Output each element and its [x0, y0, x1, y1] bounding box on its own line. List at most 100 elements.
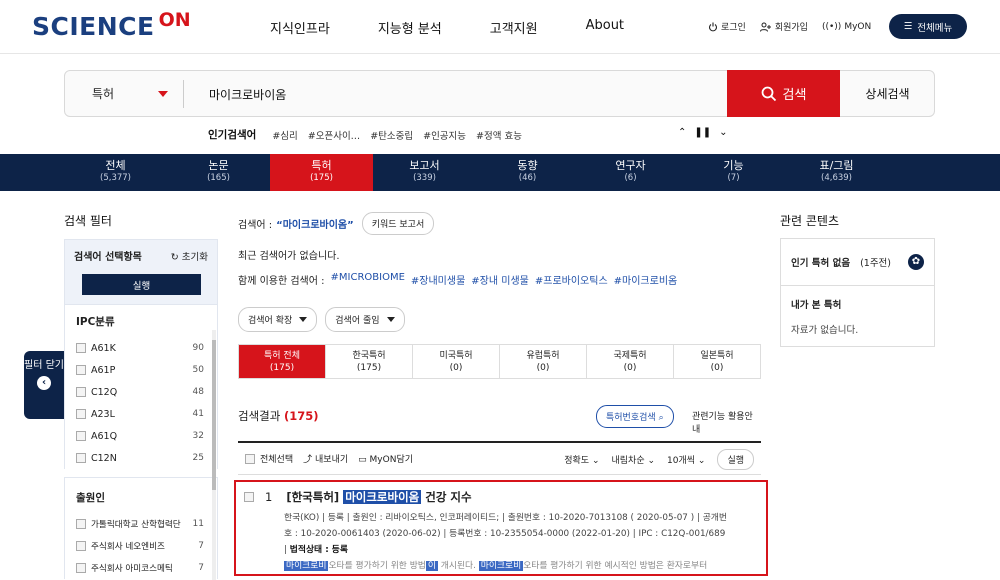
nav-support[interactable]: 고객지원 — [490, 18, 538, 37]
subtab-all[interactable]: 특허 전체 (175) — [239, 345, 326, 378]
signup-link[interactable]: 회원가입 — [759, 20, 808, 33]
checkbox[interactable] — [76, 453, 86, 463]
subtab-count: (175) — [356, 363, 382, 373]
subtab-europe[interactable]: 유럽특허 (0) — [500, 345, 587, 378]
patent-number-search-button[interactable]: 특허번호검색 ⌕ — [596, 405, 674, 428]
related-keywords: 함께 이용한 검색어 : #MICROBIOME #장내미생물 #장내 미생물 … — [238, 272, 762, 287]
category-tabs: 전체 (5,377) 논문 (165) 특허 (175) 보고서 (339) 동향 (46… — [0, 154, 1000, 191]
subtab-korea[interactable]: 한국특허 (175) — [326, 345, 413, 378]
myon-save-button[interactable]: ▭ MyON담기 — [358, 452, 413, 465]
filter-row[interactable]: 주식회사 아미코스메틱 7 — [76, 557, 208, 579]
popular-keyword[interactable]: #인공지능 — [423, 128, 466, 142]
order-select[interactable]: 내림차순 ⌄ — [611, 453, 655, 466]
tab-trends[interactable]: 동향 (46) — [476, 154, 579, 191]
gear-icon[interactable]: ✿ — [908, 254, 924, 270]
sort-run-button[interactable]: 실행 — [717, 449, 754, 470]
results-header: 검색결과 (175) 특허번호검색 ⌕ 관련기능 활용안내 — [238, 405, 761, 435]
subtab-international[interactable]: 국제특허 (0) — [587, 345, 674, 378]
filter-row[interactable]: 주식회사 네오엔비즈 7 — [76, 535, 208, 557]
tab-features[interactable]: 기능 (7) — [682, 154, 785, 191]
nav-intelligent-analysis[interactable]: 지능형 분석 — [378, 18, 442, 37]
keyword-report-button[interactable]: 키워드 보고서 — [361, 212, 435, 235]
filter-close-button[interactable]: 필터 닫기 ‹ — [24, 351, 64, 419]
per-page-select[interactable]: 10개씩 ⌄ — [667, 453, 705, 466]
myon-link[interactable]: ((•)) MyON — [822, 22, 871, 32]
related-content: 관련 콘텐츠 인기 특허 없음 (1주전) ✿ 내가 본 특허 자료가 없습니다… — [780, 212, 935, 347]
tab-reports[interactable]: 보고서 (339) — [373, 154, 476, 191]
checkbox[interactable] — [76, 519, 86, 529]
filter-row[interactable]: A61P 50 — [76, 359, 208, 381]
filter-count: 48 — [192, 387, 204, 397]
filter-label: A23L — [91, 408, 115, 420]
filter-label: A61K — [91, 342, 116, 354]
pause-icon[interactable]: ❚❚ — [694, 127, 711, 138]
subtab-japan[interactable]: 일본특허 (0) — [674, 345, 760, 378]
all-menu-button[interactable]: ☰ 전체메뉴 — [889, 14, 967, 39]
related-keyword[interactable]: #장내미생물 — [411, 272, 465, 287]
popular-keyword[interactable]: #탄소중립 — [370, 128, 413, 142]
empty-message: 자료가 없습니다. — [791, 325, 859, 336]
related-keyword[interactable]: #MICROBIOME — [331, 272, 405, 287]
filter-row[interactable]: C12Q 48 — [76, 381, 208, 403]
related-keyword[interactable]: #장내 미생물 — [471, 272, 529, 287]
tab-all[interactable]: 전체 (5,377) — [64, 154, 167, 191]
reset-label: 초기화 — [181, 252, 208, 263]
popular-keyword[interactable]: #오픈사이… — [308, 128, 360, 142]
nav-knowledge-infra[interactable]: 지식인프라 — [270, 18, 330, 37]
result-item: 1 [한국특허] 마이크로바이옴 건강 지수 한국(KO) | 등록 | 출원인… — [234, 480, 768, 576]
meta-line: 한국(KO) | 등록 | 출원인 : 리바이오틱스, 인코퍼레이티드; | 출… — [284, 513, 727, 523]
checkbox[interactable] — [76, 365, 86, 375]
filter-count: 7 — [198, 541, 204, 551]
filter-row[interactable]: A61Q 32 — [76, 425, 208, 447]
narrow-dropdown[interactable]: 검색어 줄임 — [325, 307, 405, 332]
advanced-search-button[interactable]: 상세검색 — [840, 71, 935, 116]
tab-papers[interactable]: 논문 (165) — [167, 154, 270, 191]
checkbox[interactable] — [76, 541, 86, 551]
search-scope-select[interactable]: 특허 — [65, 71, 183, 116]
week-label: (1주전) — [860, 258, 891, 269]
related-keyword[interactable]: #마이크로비옴 — [614, 272, 678, 287]
tab-figures[interactable]: 표/그림 (4,639) — [785, 154, 888, 191]
scrollbar-thumb[interactable] — [212, 340, 216, 490]
tab-researchers[interactable]: 연구자 (6) — [579, 154, 682, 191]
highlight: 마이크로바이옴 — [343, 490, 422, 504]
filter-run-button[interactable]: 실행 — [82, 274, 201, 295]
filter-row[interactable]: 가톨릭대학교 산학협력단 11 — [76, 513, 208, 535]
checkbox[interactable] — [76, 343, 86, 353]
search-input[interactable]: 마이크로바이옴 — [209, 86, 286, 103]
filter-row[interactable]: A23L 41 — [76, 403, 208, 425]
chevron-left-icon: ‹ — [37, 376, 51, 390]
tab-count: (339) — [413, 173, 436, 183]
select-all[interactable]: 전체선택 — [245, 452, 293, 465]
filter-row[interactable]: C12N 25 — [76, 447, 208, 469]
filter-row[interactable]: A61K 90 — [76, 337, 208, 359]
export-button[interactable]: ⤴ 내보내기 — [303, 452, 348, 465]
legal-status: | 법적상태 : 등록 — [284, 545, 348, 555]
popular-keyword[interactable]: #심리 — [272, 128, 297, 142]
checkbox[interactable] — [76, 409, 86, 419]
expand-dropdown[interactable]: 검색어 확장 — [238, 307, 318, 332]
subtab-us[interactable]: 미국특허 (0) — [413, 345, 500, 378]
chevron-up-icon[interactable]: ⌃ — [678, 127, 686, 138]
tab-label: 동향 — [517, 159, 538, 172]
scienceon-logo[interactable]: SCIENCE ON — [32, 9, 191, 41]
checkbox[interactable] — [244, 492, 254, 502]
related-title: 관련 콘텐츠 — [780, 214, 840, 228]
chevron-down-icon[interactable]: ⌄ — [719, 127, 727, 138]
popular-keyword[interactable]: #정액 효능 — [476, 128, 522, 142]
checkbox[interactable] — [76, 387, 86, 397]
feature-guide-link[interactable]: 관련기능 활용안내 — [692, 409, 761, 435]
search-button[interactable]: 검색 — [727, 70, 840, 117]
checkbox[interactable] — [76, 431, 86, 441]
result-title[interactable]: [한국특허] 마이크로바이옴 건강 지수 — [286, 489, 472, 505]
filter-scrollbar[interactable] — [212, 330, 216, 580]
sort-select[interactable]: 정확도 ⌄ — [564, 453, 599, 466]
checkbox[interactable] — [76, 563, 86, 573]
tab-label: 특허 — [311, 159, 332, 172]
tab-patents[interactable]: 특허 (175) — [270, 154, 373, 191]
related-keyword[interactable]: #프로바이오틱스 — [535, 272, 608, 287]
login-link[interactable]: 로그인 — [708, 20, 746, 33]
checkbox[interactable] — [245, 453, 255, 464]
nav-about[interactable]: About — [586, 18, 624, 37]
reset-button[interactable]: ↻ 초기화 — [171, 249, 208, 263]
